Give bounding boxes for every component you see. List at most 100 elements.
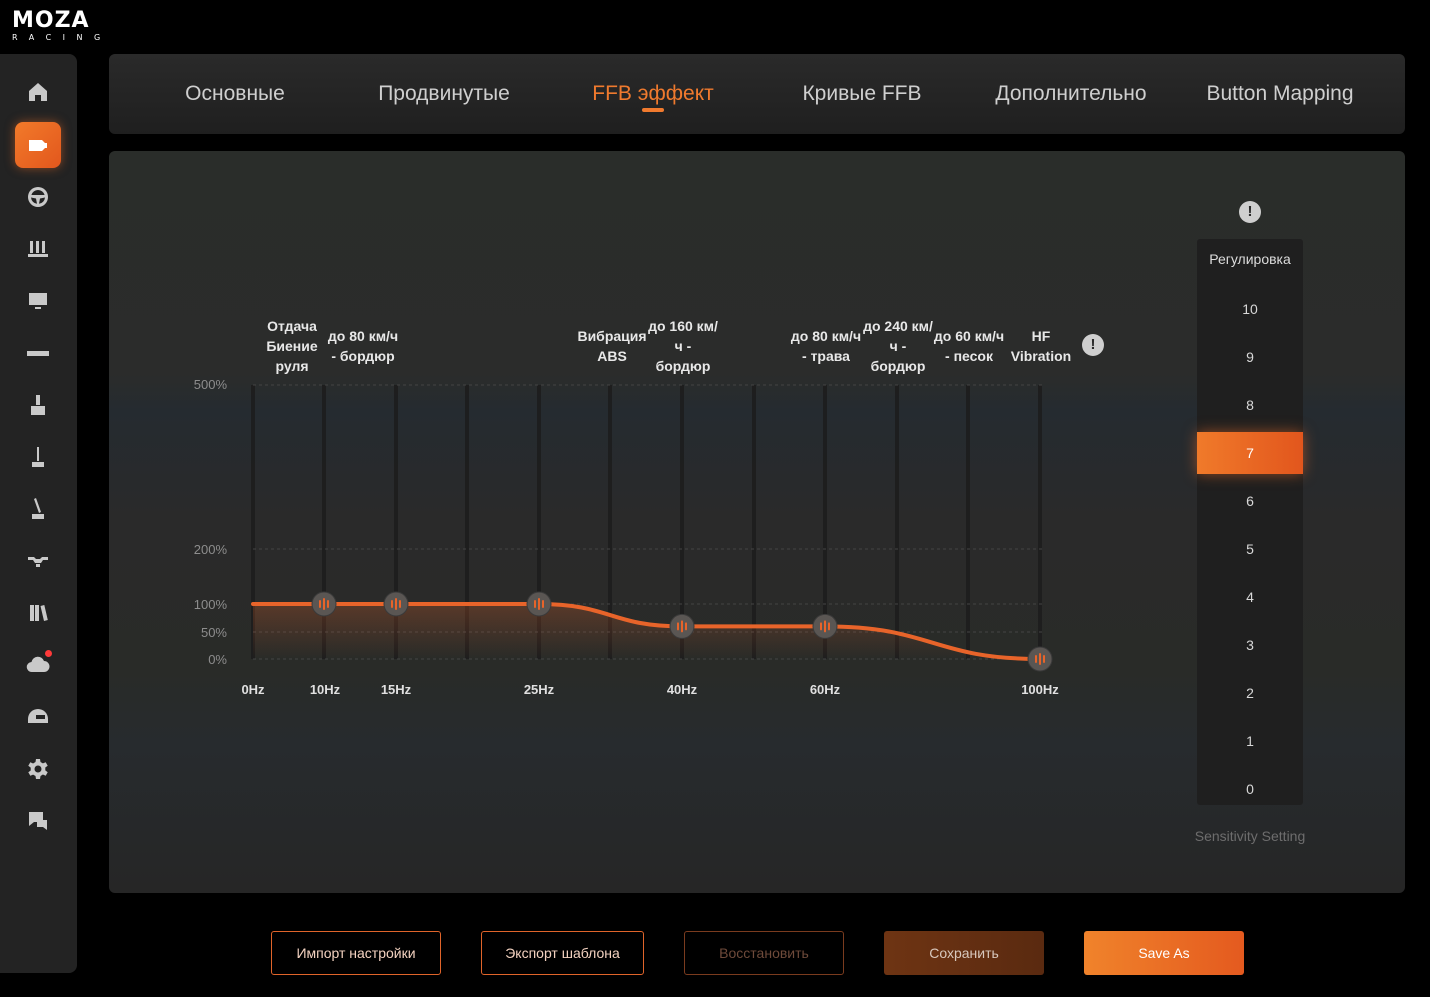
band-label-sand-60: до 60 км/ч - песок (933, 328, 1005, 364)
handbrake-icon (31, 395, 45, 415)
settings-gear-icon (28, 759, 48, 779)
y-label-500: 500% (193, 377, 227, 392)
band-label-grass-80: до 80 км/ч - трава (790, 328, 862, 364)
sidebar-item-helmet[interactable] (15, 694, 61, 740)
tab-basic[interactable]: Основные (145, 54, 325, 134)
save-button[interactable]: Сохранить (884, 931, 1044, 975)
tab-ffb-curves-label: Кривые FFB (802, 82, 922, 105)
sensitivity-caption: Sensitivity Setting (1194, 828, 1306, 844)
x-label-10hz: 10Hz (309, 682, 341, 697)
notification-dot (45, 650, 52, 657)
sidebar-item-qa-help[interactable] (15, 798, 61, 844)
y-label-0: 0% (208, 652, 227, 667)
band-column-10 (966, 385, 970, 659)
band-column-11 (1038, 385, 1042, 659)
sidebar-item-flight-stick[interactable] (15, 538, 61, 584)
sensitivity-info-icon[interactable]: ! (1239, 201, 1261, 223)
y-label-100: 100% (193, 597, 227, 612)
sidebar-item-library[interactable] (15, 590, 61, 636)
eq-handle-25hz[interactable] (526, 591, 552, 617)
logo-main-text: MOZA (12, 8, 90, 33)
eq-handle-10hz[interactable] (311, 591, 337, 617)
eq-info-icon[interactable]: ! (1082, 334, 1104, 356)
band-column-9 (895, 385, 899, 659)
eq-handle-100hz[interactable] (1027, 646, 1053, 672)
sensitivity-level-5[interactable]: 5 (1197, 528, 1303, 570)
sidebar-item-settings[interactable] (15, 746, 61, 792)
band-label-abs: Вибрация ABS (577, 328, 647, 364)
sidebar-item-steering-wheel[interactable] (15, 174, 61, 220)
sidebar (0, 54, 77, 973)
x-label-40hz: 40Hz (666, 682, 698, 697)
wheelbase-icon (29, 140, 47, 151)
sidebar-item-wheelbase[interactable] (15, 122, 61, 168)
sensitivity-title: Регулировка (1209, 251, 1291, 267)
sidebar-item-shifter-bar[interactable] (15, 330, 61, 376)
y-label-200: 200% (193, 542, 227, 557)
dashboard-icon (29, 293, 47, 309)
logo-sub-text: RACING (12, 33, 112, 42)
x-label-100hz: 100Hz (1021, 682, 1059, 697)
sidebar-item-handbrake[interactable] (15, 382, 61, 428)
save-as-button[interactable]: Save As (1084, 931, 1244, 975)
sidebar-item-hgear-shifter[interactable] (15, 434, 61, 480)
tab-additional-label: Дополнительно (995, 82, 1147, 105)
sensitivity-level-0[interactable]: 0 (1197, 768, 1303, 810)
x-label-0hz: 0Hz (241, 682, 265, 697)
x-label-60hz: 60Hz (809, 682, 841, 697)
tab-bar: Основные Продвинутые FFB эффект Кривые F… (109, 54, 1405, 134)
export-template-button[interactable]: Экспорт шаблона (481, 931, 644, 975)
tab-basic-label: Основные (185, 82, 285, 105)
flight-stick-icon (28, 557, 48, 567)
y-label-50: 50% (200, 625, 227, 640)
tab-ffb-curves[interactable]: Кривые FFB (772, 54, 952, 134)
x-label-25hz: 25Hz (523, 682, 555, 697)
sensitivity-selector: Регулировка 10 9 8 7 6 5 4 3 2 1 0 (1197, 239, 1303, 805)
active-tab-indicator (642, 108, 664, 112)
sidebar-item-dashboard[interactable] (15, 278, 61, 324)
tab-button-mapping-label: Button Mapping (1206, 82, 1354, 105)
eq-handle-40hz[interactable] (669, 613, 695, 639)
eq-handle-60hz[interactable] (812, 613, 838, 639)
sensitivity-level-3[interactable]: 3 (1197, 624, 1303, 666)
tab-ffb-effect-label: FFB эффект (592, 82, 714, 105)
eq-handle-15hz[interactable] (383, 591, 409, 617)
library-icon (30, 605, 48, 621)
qa-help-icon (29, 812, 47, 830)
tab-advanced-label: Продвинутые (378, 82, 510, 105)
steering-wheel-icon (28, 187, 48, 207)
sequential-shifter-icon (32, 498, 44, 519)
tab-ffb-effect[interactable]: FFB эффект (563, 54, 743, 134)
sensitivity-level-8[interactable]: 8 (1197, 384, 1303, 426)
band-label-kerb-80: до 80 км/ч - бордюр (327, 328, 399, 364)
band-label-recoil: Отдача Биение руля (266, 318, 318, 374)
helmet-icon (28, 709, 48, 723)
moza-racing-logo: MOZA RACING (12, 8, 132, 43)
band-label-hf-vibration: HF Vibration (1010, 328, 1072, 364)
restore-button[interactable]: Восстановить (684, 931, 844, 975)
tab-additional[interactable]: Дополнительно (981, 54, 1161, 134)
sensitivity-level-9[interactable]: 9 (1197, 336, 1303, 378)
sensitivity-level-6[interactable]: 6 (1197, 480, 1303, 522)
sensitivity-level-1[interactable]: 1 (1197, 720, 1303, 762)
sensitivity-level-2[interactable]: 2 (1197, 672, 1303, 714)
import-settings-button[interactable]: Импорт настройки (271, 931, 441, 975)
sidebar-item-sequential-shifter[interactable] (15, 486, 61, 532)
sidebar-item-home[interactable] (15, 69, 61, 115)
sidebar-item-pedals[interactable] (15, 226, 61, 272)
band-label-kerb-160: до 160 км/ ч - бордюр (648, 318, 718, 374)
sensitivity-level-7[interactable]: 7 (1197, 432, 1303, 474)
ffb-effect-panel: Отдача Биение руля до 80 км/ч - бордюр В… (109, 151, 1405, 893)
pedals-icon (28, 241, 48, 257)
band-column-7 (752, 385, 756, 659)
band-label-kerb-240: до 240 км/ ч - бордюр (863, 318, 933, 374)
hgear-shifter-icon (32, 447, 44, 467)
shifter-bar-icon (27, 351, 49, 356)
home-icon (29, 83, 47, 101)
sidebar-item-cloud-update[interactable] (15, 642, 61, 688)
x-label-15hz: 15Hz (380, 682, 412, 697)
tab-button-mapping[interactable]: Button Mapping (1190, 54, 1370, 134)
sensitivity-level-10[interactable]: 10 (1197, 288, 1303, 330)
tab-advanced[interactable]: Продвинутые (354, 54, 534, 134)
sensitivity-level-4[interactable]: 4 (1197, 576, 1303, 618)
